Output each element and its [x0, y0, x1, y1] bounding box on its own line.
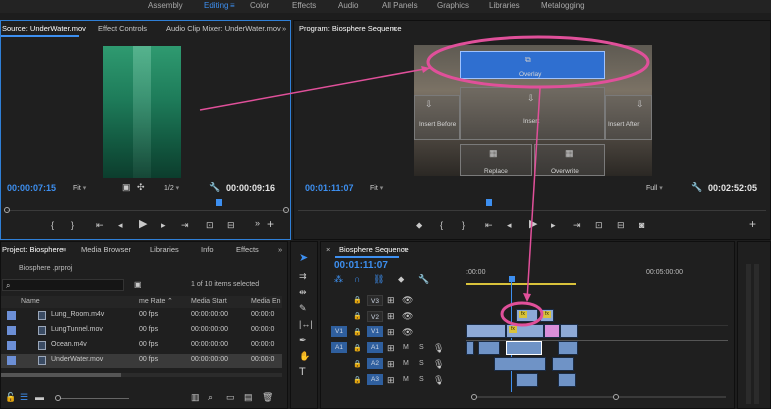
clip-highlight-ellipse [500, 301, 544, 327]
arrow-head [523, 293, 531, 302]
annotation-arrow-source [199, 67, 431, 111]
overlay-highlight-ellipse [426, 35, 650, 89]
annotation-arrow-timeline [526, 87, 541, 301]
annotation-overlay [199, 35, 650, 327]
